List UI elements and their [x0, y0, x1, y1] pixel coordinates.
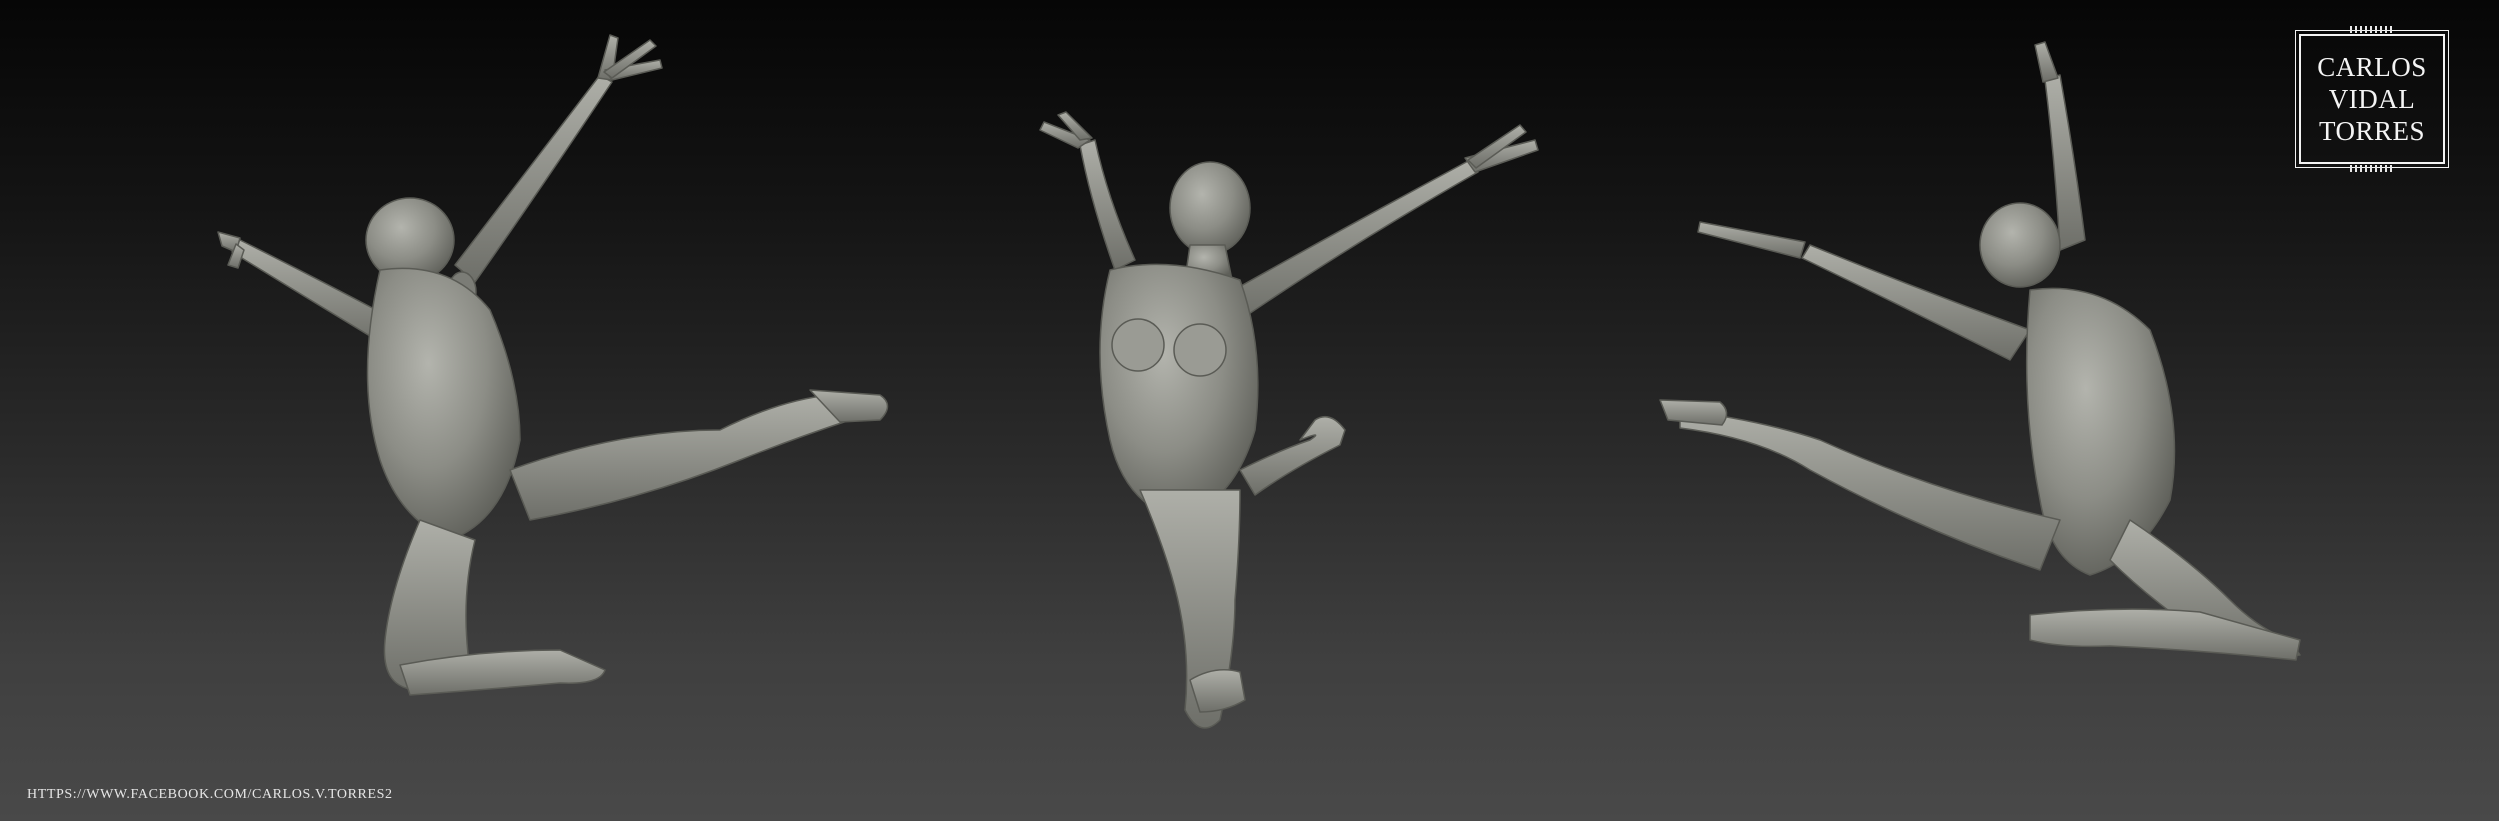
logo-line-3: TORRES [2318, 116, 2426, 146]
logo-line-1: CARLOS [2317, 52, 2427, 82]
artist-logo: CARLOS VIDAL TORRES [2295, 26, 2449, 172]
dancer-side-view [1659, 41, 2301, 661]
dancer-front-view [1039, 111, 1539, 729]
sculpt-render [217, 34, 2301, 729]
credit-url: HTTPS://WWW.FACEBOOK.COM/CARLOS.V.TORRES… [27, 787, 393, 802]
logo-line-2: VIDAL [2328, 84, 2416, 114]
render-canvas: CARLOS VIDAL TORRES HTTPS://WWW.FACEBOOK… [0, 0, 2499, 821]
logo-ornament-top [2350, 26, 2394, 33]
logo-ornament-bottom [2350, 165, 2394, 172]
dancer-back-view [217, 34, 889, 696]
